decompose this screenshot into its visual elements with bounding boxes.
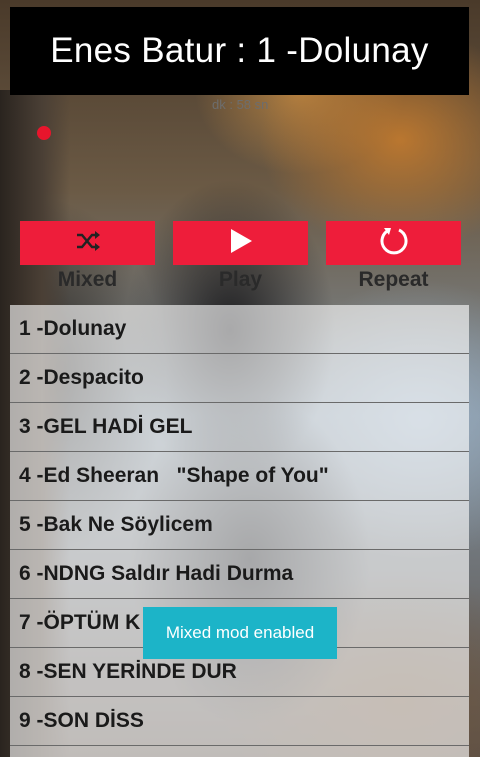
mixed-label: Mixed: [57, 268, 118, 291]
title-bar: Enes Batur : 1 -Dolunay: [10, 7, 469, 95]
play-icon: [229, 228, 253, 259]
duration-text: dk : 58 sn: [212, 97, 269, 112]
playlist-item[interactable]: 1 -Dolunay: [10, 305, 469, 354]
toast-notification: Mixed mod enabled: [143, 607, 337, 659]
shuffle-icon: [75, 230, 101, 257]
repeat-button[interactable]: [326, 221, 461, 265]
play-button[interactable]: [173, 221, 308, 265]
playlist-item[interactable]: 9 -SON DİSS: [10, 697, 469, 746]
playlist-item[interactable]: 3 -GEL HADİ GEL: [10, 403, 469, 452]
playlist: 1 -Dolunay 2 -Despacito 3 -GEL HADİ GEL …: [10, 305, 469, 757]
toast-message: Mixed mod enabled: [165, 623, 315, 642]
playlist-item[interactable]: 4 -Ed Sheeran "Shape of You": [10, 452, 469, 501]
playlist-item[interactable]: 5 -Bak Ne Söylicem: [10, 501, 469, 550]
song-title: Enes Batur : 1 -Dolunay: [50, 31, 429, 70]
recording-indicator-dot: [37, 126, 51, 140]
repeat-icon: [378, 225, 410, 262]
mixed-button[interactable]: [20, 221, 155, 265]
play-label: Play: [218, 268, 263, 291]
repeat-label: Repeat: [358, 268, 429, 291]
playlist-item[interactable]: 2 -Despacito: [10, 354, 469, 403]
playlist-item[interactable]: 6 -NDNG Saldır Hadi Durma: [10, 550, 469, 599]
